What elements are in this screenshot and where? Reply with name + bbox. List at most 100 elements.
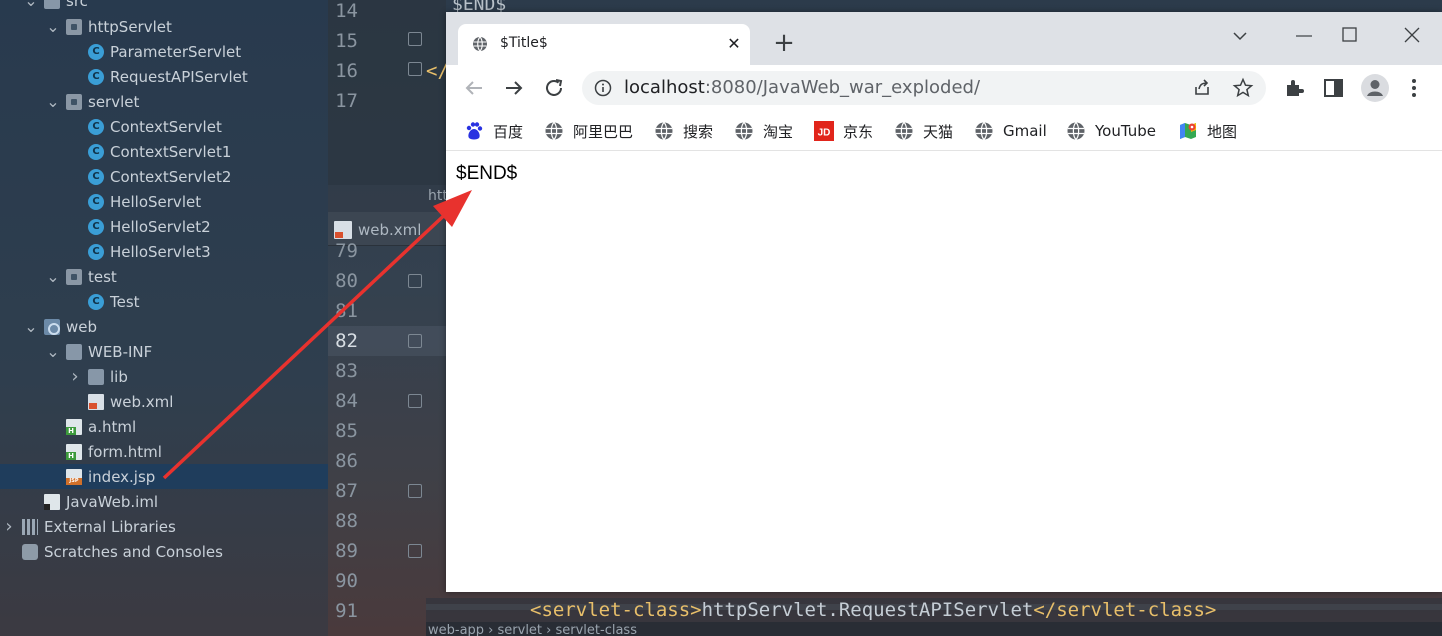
- folder-icon: [88, 368, 104, 385]
- line-number: 84: [335, 390, 358, 412]
- editor-tab-html[interactable]: htt: [428, 188, 448, 204]
- fold-marker[interactable]: [408, 62, 422, 76]
- chevron-down-icon[interactable]: [1230, 26, 1250, 46]
- cls-icon: [88, 168, 104, 185]
- tree-item-helloservlet2[interactable]: HelloServlet2: [0, 214, 328, 239]
- svg-text:JD: JD: [818, 128, 831, 139]
- tree-item-web-inf[interactable]: ⌄ WEB-INF: [0, 339, 328, 364]
- bookmark-item[interactable]: YouTube: [1066, 120, 1156, 142]
- tree-item-helloservlet[interactable]: HelloServlet: [0, 189, 328, 214]
- browser-tab[interactable]: $Title$ ✕: [458, 24, 750, 65]
- line-number: 85: [335, 420, 358, 442]
- side-panel-icon[interactable]: [1322, 76, 1346, 100]
- tree-item-label: External Libraries: [44, 517, 176, 536]
- fold-marker[interactable]: [408, 544, 422, 558]
- bookmark-item[interactable]: 百度: [464, 120, 523, 142]
- tree-item-requestapiservlet[interactable]: RequestAPIServlet: [0, 64, 328, 89]
- tree-item-label: Test: [110, 292, 140, 311]
- tree-item-web-xml[interactable]: web.xml: [0, 389, 328, 414]
- bookmark-item[interactable]: 地图: [1178, 120, 1237, 142]
- tree-item-contextservlet2[interactable]: ContextServlet2: [0, 164, 328, 189]
- bookmark-label: 天猫: [923, 122, 954, 141]
- chevron-down-icon[interactable]: ⌄: [46, 93, 60, 109]
- chevron-down-icon[interactable]: ⌄: [24, 0, 38, 8]
- minimize-icon[interactable]: [1286, 26, 1322, 46]
- tree-item-a-html[interactable]: a.html: [0, 414, 328, 439]
- page-body-text: $END$: [456, 163, 518, 184]
- line-number: 14: [335, 0, 358, 22]
- tree-item-test[interactable]: ⌄ test: [0, 264, 328, 289]
- cls-icon: [88, 193, 104, 210]
- bookmark-item[interactable]: 搜索: [654, 120, 713, 142]
- tree-item-scratches-and-consoles[interactable]: Scratches and Consoles: [0, 539, 328, 564]
- forward-icon[interactable]: [502, 76, 526, 100]
- tree-item-label: Scratches and Consoles: [44, 542, 223, 561]
- tree-item-contextservlet[interactable]: ContextServlet: [0, 114, 328, 139]
- fold-marker[interactable]: [408, 274, 422, 288]
- tree-item-label: web.xml: [110, 392, 174, 411]
- tree-item-helloservlet3[interactable]: HelloServlet3: [0, 239, 328, 264]
- bookmark-item[interactable]: 天猫: [894, 120, 953, 142]
- chevron-down-icon[interactable]: ⌄: [46, 18, 60, 34]
- folder-icon: [66, 343, 82, 360]
- fold-marker[interactable]: [408, 334, 422, 348]
- tree-item-web[interactable]: ⌄ web: [0, 314, 328, 339]
- cls-icon: [88, 118, 104, 135]
- tree-item-servlet[interactable]: ⌄ servlet: [0, 89, 328, 114]
- extensions-icon[interactable]: [1282, 76, 1306, 100]
- fold-marker[interactable]: [408, 394, 422, 408]
- bookmark-item[interactable]: 淘宝: [734, 120, 793, 142]
- chevron-down-icon[interactable]: ⌄: [24, 318, 38, 334]
- line-number: 82: [335, 330, 358, 352]
- tree-item-external-libraries[interactable]: › External Libraries: [0, 514, 328, 539]
- reload-icon[interactable]: [542, 76, 566, 100]
- tree-item-src[interactable]: ⌄ src: [0, 0, 328, 13]
- html-icon: [66, 418, 82, 435]
- chevron-down-icon[interactable]: ⌄: [46, 268, 60, 284]
- profile-avatar-icon[interactable]: [1360, 73, 1390, 103]
- tree-item-test[interactable]: Test: [0, 289, 328, 314]
- address-bar-url[interactable]: localhost:8080/JavaWeb_war_exploded/: [624, 77, 980, 98]
- editor-breadcrumb[interactable]: web-app › servlet › servlet-class: [426, 622, 1442, 636]
- back-icon[interactable]: [462, 76, 486, 100]
- tree-item-parameterservlet[interactable]: ParameterServlet: [0, 39, 328, 64]
- maximize-icon[interactable]: [1340, 25, 1360, 45]
- close-icon[interactable]: ✕: [724, 34, 744, 54]
- chevron-down-icon[interactable]: ⌄: [46, 343, 60, 359]
- project-tree-panel: ⌄ src ⌄ httpServlet ParameterServlet RequestA…: [0, 0, 328, 636]
- url-path: :8080/JavaWeb_war_exploded/: [704, 77, 981, 98]
- new-tab-button[interactable]: +: [772, 30, 796, 56]
- tree-item-form-html[interactable]: form.html: [0, 439, 328, 464]
- bookmark-label: 阿里巴巴: [573, 122, 634, 141]
- fold-marker[interactable]: [408, 484, 422, 498]
- folder-icon: [44, 0, 60, 9]
- bookmark-item[interactable]: 阿里巴巴: [544, 120, 633, 142]
- more-options-icon[interactable]: [1402, 76, 1426, 100]
- libs-icon: [22, 518, 38, 535]
- line-number: 79: [335, 240, 358, 262]
- jd-icon: JD: [814, 121, 834, 141]
- bookmark-star-icon[interactable]: [1232, 77, 1254, 99]
- tree-item-javaweb-iml[interactable]: JavaWeb.iml: [0, 489, 328, 514]
- chevron-right-icon[interactable]: ›: [2, 516, 16, 537]
- fold-marker[interactable]: [408, 32, 422, 46]
- tree-item-httpservlet[interactable]: ⌄ httpServlet: [0, 14, 328, 39]
- tree-item-lib[interactable]: › lib: [0, 364, 328, 389]
- bookmark-item[interactable]: JD 京东: [814, 120, 873, 142]
- tree-item-label: JavaWeb.iml: [66, 492, 159, 511]
- tree-item-label: HelloServlet: [110, 192, 202, 211]
- info-icon[interactable]: [594, 79, 612, 97]
- tree-item-label: HelloServlet2: [110, 217, 211, 236]
- window-close-icon[interactable]: [1402, 25, 1422, 45]
- chevron-right-icon[interactable]: ›: [68, 366, 82, 387]
- address-bar[interactable]: localhost:8080/JavaWeb_war_exploded/: [582, 71, 1266, 105]
- globe-icon: [894, 121, 914, 141]
- bookmark-item[interactable]: Gmail: [974, 120, 1047, 142]
- tree-item-contextservlet1[interactable]: ContextServlet1: [0, 139, 328, 164]
- share-icon[interactable]: [1192, 78, 1212, 98]
- tree-item-index-jsp[interactable]: index.jsp: [0, 464, 328, 489]
- xml-icon: [88, 393, 104, 410]
- cls-icon: [88, 243, 104, 260]
